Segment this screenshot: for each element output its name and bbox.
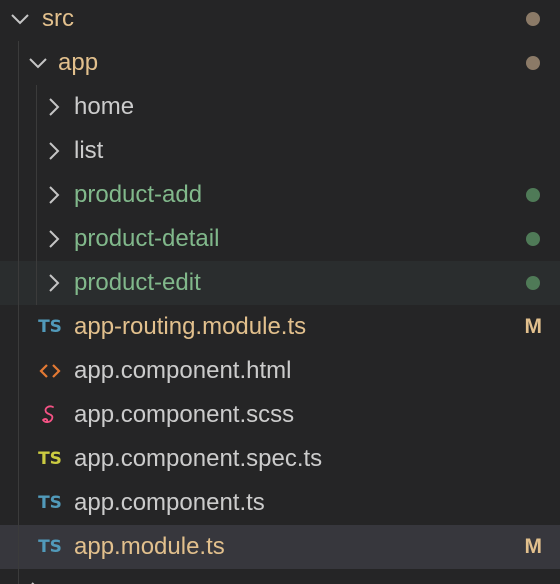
tree-item-app[interactable]: app [0,41,560,85]
indent-guide [18,173,19,217]
typescript-icon: TS [38,317,62,337]
indent-guide [36,173,37,217]
tree-item-app-component-ts[interactable]: TS app.component.ts [0,481,560,525]
indent-guide [18,85,19,129]
chevron-right-icon [42,85,66,129]
sass-icon [36,393,64,437]
html-brackets-icon [36,349,64,393]
chevron-right-icon [42,217,66,261]
chevron-down-icon [26,41,50,85]
indent-guide [36,261,37,305]
typescript-test-icon: TS [38,449,62,469]
tree-item-label: product-add [74,181,203,208]
modified-badge: M [524,315,543,338]
typescript-icon: TS [38,537,62,557]
indent-guide [18,525,19,569]
indent-guide [36,85,37,129]
indent-guide [18,129,19,173]
modified-badge: M [524,535,543,558]
tree-item-product-detail[interactable]: product-detail [0,217,560,261]
indent-guide [18,305,19,349]
tree-item-app-component-spec-ts[interactable]: TS app.component.spec.ts [0,437,560,481]
tree-item-product-edit[interactable]: product-edit [0,261,560,305]
tree-item-label: app.module.ts [74,533,225,560]
tree-item-label: app.component.html [74,357,292,384]
tree-item-app-routing-module-ts[interactable]: TS app-routing.module.ts M [0,305,560,349]
indent-guide [18,261,19,305]
typescript-icon: TS [38,493,62,513]
tree-item-home[interactable]: home [0,85,560,129]
indent-guide [18,41,19,85]
indent-guide [18,393,19,437]
tree-item-label: src [42,5,74,32]
modified-dot-icon [526,12,540,26]
tree-item-label: app [58,49,99,76]
tree-item-app-component-html[interactable]: app.component.html [0,349,560,393]
tree-item-label: app-routing.module.ts [74,313,307,340]
tree-item-label: product-detail [74,225,220,252]
chevron-down-icon [8,0,32,41]
indent-guide [18,217,19,261]
added-dot-icon [526,276,540,290]
added-dot-icon [526,188,540,202]
tree-item-label: home [74,93,135,120]
tree-item-label: app.component.ts [74,489,265,516]
tree-item-src[interactable]: src [0,0,560,41]
indent-guide [18,349,19,393]
tree-item-label: app.component.spec.ts [74,445,323,472]
added-dot-icon [526,232,540,246]
tree-item-app-component-scss[interactable]: app.component.scss [0,393,560,437]
tree-item-app-module-ts[interactable]: TS app.module.ts M [0,525,560,569]
chevron-right-icon [42,173,66,217]
tree-item-product-add[interactable]: product-add [0,173,560,217]
chevron-right-icon [42,261,66,305]
tree-item-label: list [74,137,104,164]
tree-item-list[interactable]: list [0,129,560,173]
modified-dot-icon [526,56,540,70]
chevron-right-icon [42,129,66,173]
indent-guide [18,481,19,525]
chevron-right-icon [24,569,48,584]
tree-item-label: app.component.scss [74,401,295,428]
indent-guide [18,569,19,584]
file-explorer-tree: src app home list product-add product-de… [0,0,560,584]
indent-guide [36,217,37,261]
indent-guide [36,129,37,173]
tree-item-partial[interactable] [0,569,560,584]
indent-guide [18,437,19,481]
tree-item-label: product-edit [74,269,201,296]
